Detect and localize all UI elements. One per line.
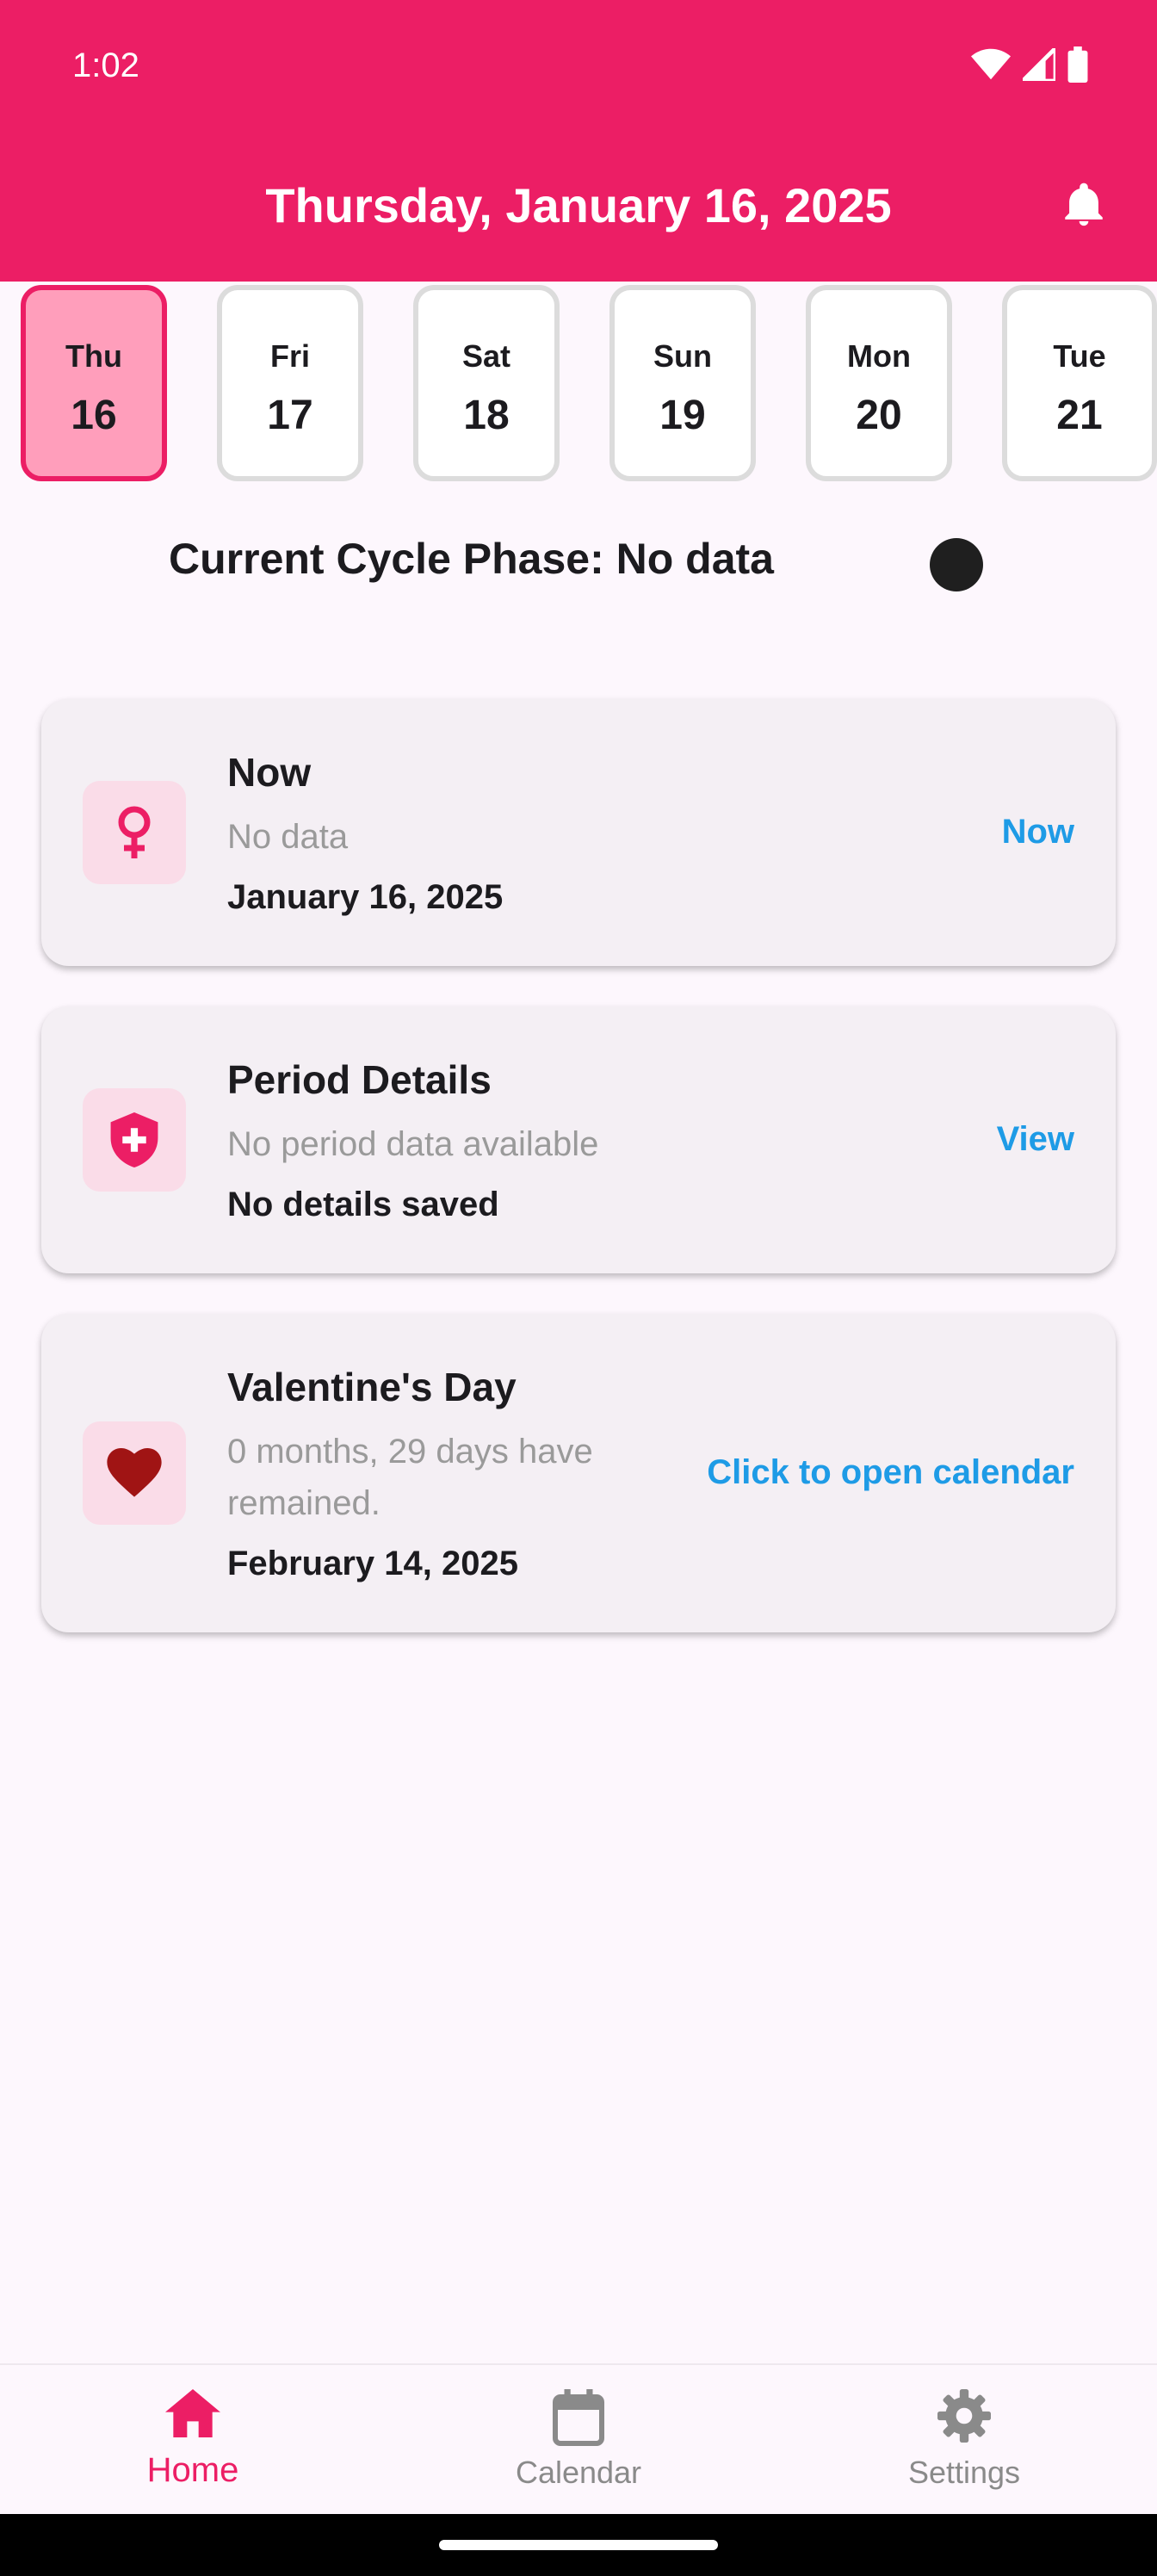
day-number: 17 <box>267 393 313 438</box>
day-chip-tue[interactable]: Tue 21 <box>1002 285 1157 481</box>
calendar-icon <box>553 2389 604 2446</box>
day-chip-sat[interactable]: Sat 18 <box>413 285 560 481</box>
cycle-phase-label: Current Cycle Phase: No data <box>169 535 774 583</box>
status-time: 1:02 <box>72 46 139 84</box>
view-link[interactable]: View <box>997 1120 1074 1159</box>
card-subtitle: 0 months, 29 days have remained. <box>227 1433 593 1522</box>
signal-icon <box>1023 48 1055 81</box>
bell-icon <box>1065 183 1103 226</box>
day-chip-fri[interactable]: Fri 17 <box>217 285 363 481</box>
card-date: February 14, 2025 <box>227 1545 518 1582</box>
now-card[interactable]: Now No data January 16, 2025 Now <box>41 699 1116 966</box>
nav-calendar[interactable]: Calendar <box>386 2365 771 2516</box>
card-subtitle: No period data available <box>227 1125 599 1163</box>
gesture-bar <box>0 2514 1157 2576</box>
day-name: Thu <box>65 338 122 374</box>
phase-indicator-dot <box>930 538 983 591</box>
bottom-navigation: Home Calendar Settings <box>0 2363 1157 2516</box>
heart-icon <box>83 1421 186 1525</box>
card-detail: No details saved <box>227 1186 499 1223</box>
day-name: Tue <box>1053 338 1106 374</box>
gesture-handle[interactable] <box>439 2540 718 2550</box>
nav-label: Settings <box>907 2455 1021 2490</box>
app-bar: 1:02 Thursday, January 16, 2025 <box>0 0 1157 282</box>
card-title: Period Details <box>227 1057 492 1102</box>
page-title: Thursday, January 16, 2025 <box>265 178 892 232</box>
day-number: 19 <box>659 393 706 438</box>
day-name: Sat <box>461 338 511 374</box>
female-icon <box>83 781 186 884</box>
now-link[interactable]: Now <box>1002 813 1074 851</box>
card-title: Now <box>227 750 312 795</box>
day-chip-sun[interactable]: Sun 19 <box>609 285 756 481</box>
day-selector: Thu 16 Fri 17 Sat 18 Sun 19 Mon 20 Tue 2… <box>0 282 1157 497</box>
day-name: Sun <box>653 338 712 374</box>
day-number: 18 <box>463 393 510 438</box>
card-date: January 16, 2025 <box>227 878 504 916</box>
day-number: 16 <box>71 393 117 438</box>
nav-settings[interactable]: Settings <box>771 2365 1157 2516</box>
status-icons <box>971 46 1088 83</box>
home-icon <box>165 2389 220 2437</box>
day-number: 21 <box>1056 393 1103 438</box>
wifi-icon <box>971 48 1011 80</box>
settings-icon <box>937 2389 991 2443</box>
open-calendar-link[interactable]: Click to open calendar <box>707 1453 1074 1492</box>
nav-label: Calendar <box>515 2455 642 2490</box>
day-chip-mon[interactable]: Mon 20 <box>806 285 952 481</box>
nav-home[interactable]: Home <box>0 2365 386 2516</box>
card-title: Valentine's Day <box>227 1365 517 1409</box>
valentines-day-card[interactable]: Valentine's Day 0 months, 29 days have r… <box>41 1314 1116 1632</box>
day-name: Mon <box>847 338 911 374</box>
nav-label: Home <box>146 2451 239 2489</box>
shield-plus-icon <box>83 1088 186 1192</box>
day-chip-thu[interactable]: Thu 16 <box>21 285 167 481</box>
day-number: 20 <box>856 393 902 438</box>
period-details-card[interactable]: Period Details No period data available … <box>41 1006 1116 1273</box>
battery-icon <box>1067 46 1088 83</box>
day-name: Fri <box>269 338 310 374</box>
card-subtitle: No data <box>227 818 349 856</box>
notification-button[interactable] <box>1059 179 1109 235</box>
